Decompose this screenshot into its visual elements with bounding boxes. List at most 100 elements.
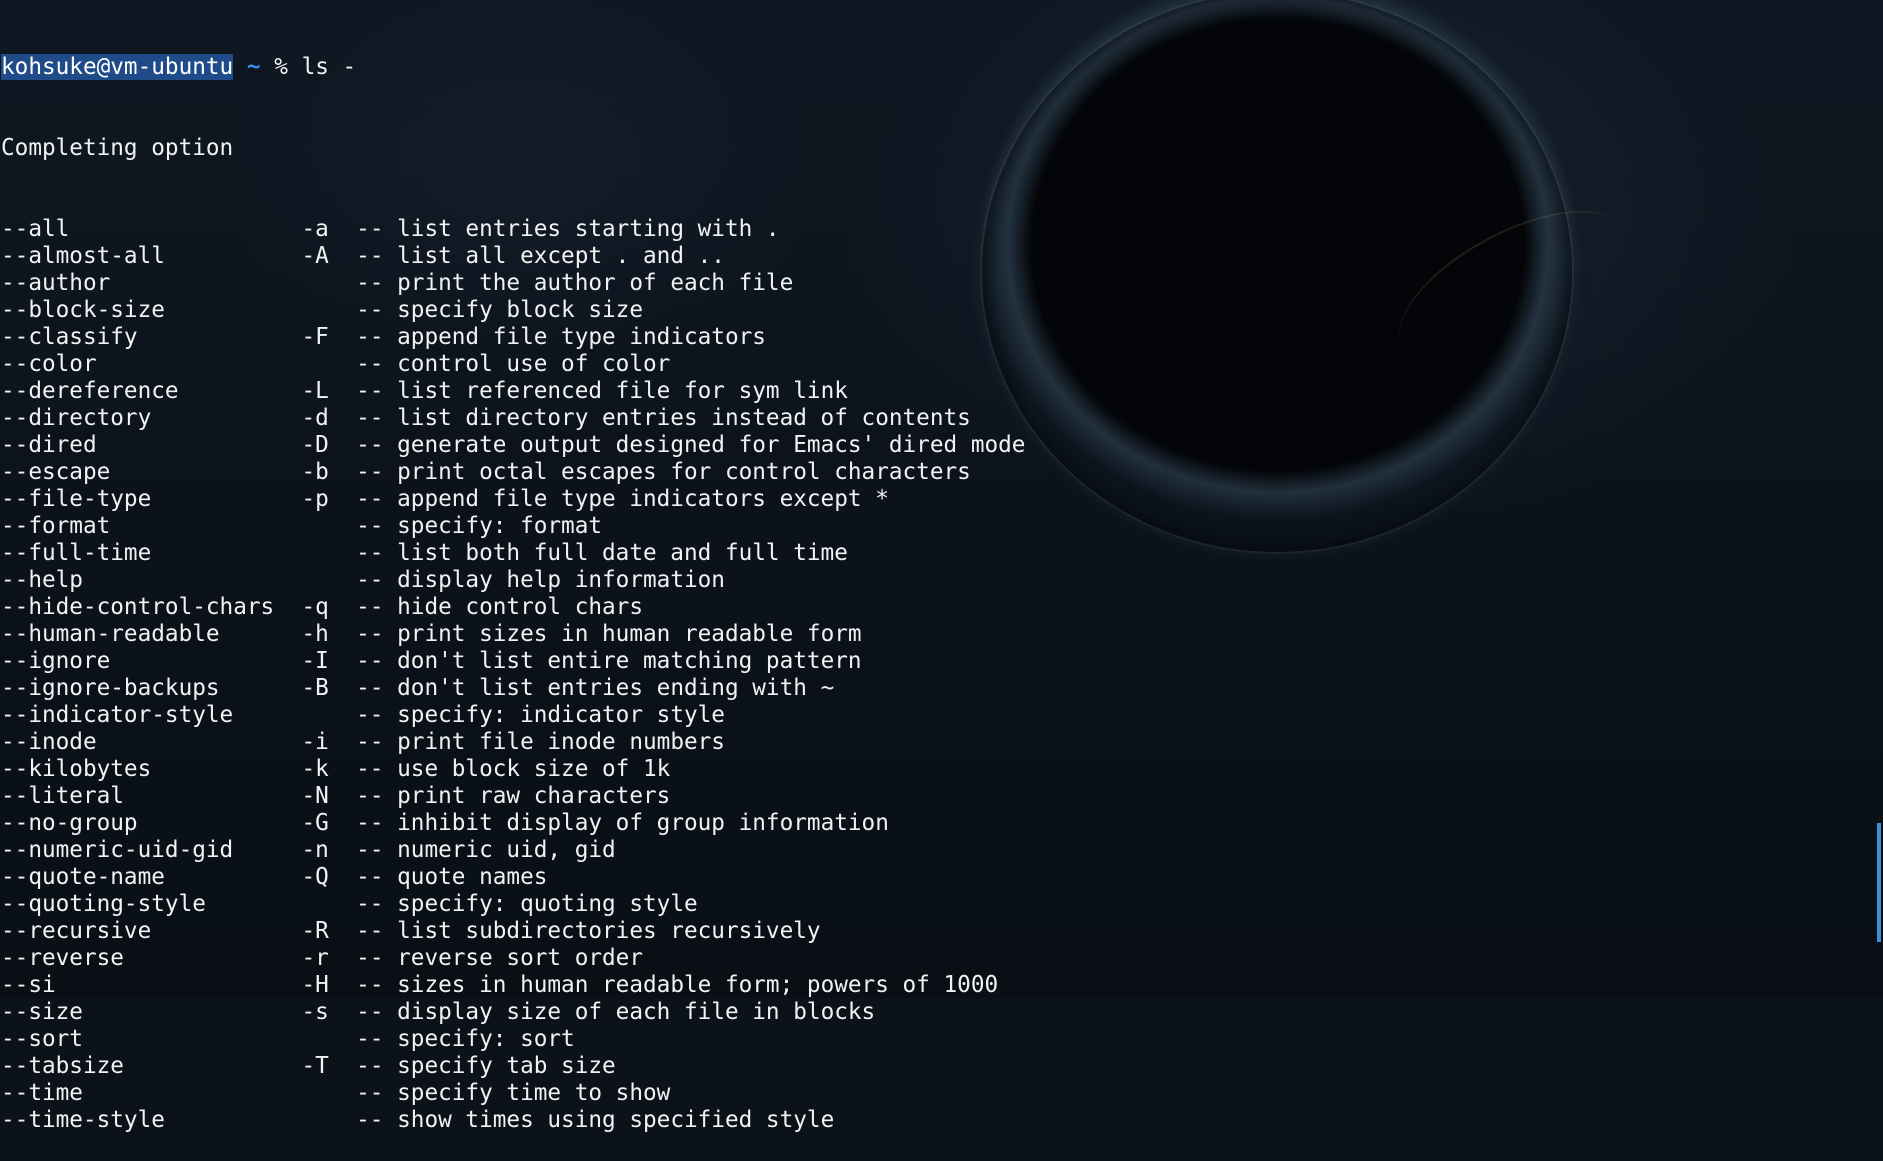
option-description: display size of each file in blocks — [397, 999, 876, 1025]
prompt-path: ~ — [246, 54, 261, 80]
option-short-flag: -L — [301, 378, 329, 404]
option-description: reverse sort order — [397, 945, 644, 971]
option-short-flag: -q — [301, 594, 329, 620]
option-description: specify: sort — [397, 1026, 575, 1052]
completion-option-row[interactable]: --escape -b -- print octal escapes for c… — [1, 459, 1871, 486]
option-long-flag: --hide-control-chars — [1, 594, 275, 620]
option-description: specify block size — [397, 297, 644, 323]
option-long-flag: --classify — [1, 324, 138, 350]
option-long-flag: --recursive — [1, 918, 152, 944]
option-short-flag: -r — [301, 945, 329, 971]
option-description: quote names — [397, 864, 548, 890]
option-description: print the author of each file — [397, 270, 794, 296]
completion-option-row[interactable]: --all -a -- list entries starting with . — [1, 216, 1871, 243]
completion-option-row[interactable]: --almost-all -A -- list all except . and… — [1, 243, 1871, 270]
completion-option-row[interactable]: --size -s -- display size of each file i… — [1, 999, 1871, 1026]
completion-option-row[interactable]: --reverse -r -- reverse sort order — [1, 945, 1871, 972]
option-long-flag: --human-readable — [1, 621, 220, 647]
completion-option-row[interactable]: --inode -i -- print file inode numbers — [1, 729, 1871, 756]
completion-option-row[interactable]: --author -- print the author of each fil… — [1, 270, 1871, 297]
option-description: list all except . and .. — [397, 243, 725, 269]
option-long-flag: --full-time — [1, 540, 152, 566]
option-description: use block size of 1k — [397, 756, 671, 782]
completion-option-row[interactable]: --ignore -I -- don't list entire matchin… — [1, 648, 1871, 675]
option-long-flag: --almost-all — [1, 243, 165, 269]
completion-option-row[interactable]: --sort -- specify: sort — [1, 1026, 1871, 1053]
completion-option-row[interactable]: --indicator-style -- specify: indicator … — [1, 702, 1871, 729]
option-short-flag: -H — [301, 972, 329, 998]
completion-option-row[interactable]: --block-size -- specify block size — [1, 297, 1871, 324]
option-long-flag: --color — [1, 351, 97, 377]
option-description: list subdirectories recursively — [397, 918, 821, 944]
option-long-flag: --dereference — [1, 378, 179, 404]
option-short-flag: -p — [301, 486, 329, 512]
completion-option-row[interactable]: --no-group -G -- inhibit display of grou… — [1, 810, 1871, 837]
option-description: print octal escapes for control characte… — [397, 459, 971, 485]
scrollbar-thumb[interactable] — [1877, 823, 1881, 942]
completion-option-row[interactable]: --numeric-uid-gid -n -- numeric uid, gid — [1, 837, 1871, 864]
option-long-flag: --ignore-backups — [1, 675, 220, 701]
option-short-flag: -a — [301, 216, 329, 242]
option-short-flag: -F — [301, 324, 329, 350]
completion-option-row[interactable]: --ignore-backups -B -- don't list entrie… — [1, 675, 1871, 702]
completion-option-row[interactable]: --recursive -R -- list subdirectories re… — [1, 918, 1871, 945]
option-long-flag: --si — [1, 972, 56, 998]
completion-option-row[interactable]: --dired -D -- generate output designed f… — [1, 432, 1871, 459]
option-short-flag: -I — [301, 648, 329, 674]
option-long-flag: --quote-name — [1, 864, 165, 890]
option-description: print raw characters — [397, 783, 671, 809]
command-input[interactable]: ls - — [302, 54, 357, 80]
completion-option-row[interactable]: --time -- specify time to show — [1, 1080, 1871, 1107]
option-description: hide control chars — [397, 594, 644, 620]
option-description: specify: format — [397, 513, 603, 539]
option-long-flag: --time — [1, 1080, 83, 1106]
option-short-flag: -D — [301, 432, 329, 458]
completion-option-row[interactable]: --tabsize -T -- specify tab size — [1, 1053, 1871, 1080]
completion-option-row[interactable]: --si -H -- sizes in human readable form;… — [1, 972, 1871, 999]
option-description: inhibit display of group information — [397, 810, 889, 836]
option-short-flag: -Q — [301, 864, 329, 890]
completion-option-row[interactable]: --hide-control-chars -q -- hide control … — [1, 594, 1871, 621]
option-long-flag: --numeric-uid-gid — [1, 837, 234, 863]
completion-option-row[interactable]: --help -- display help information — [1, 567, 1871, 594]
option-long-flag: --ignore — [1, 648, 111, 674]
option-long-flag: --literal — [1, 783, 124, 809]
option-long-flag: --all — [1, 216, 70, 242]
completion-option-row[interactable]: --classify -F -- append file type indica… — [1, 324, 1871, 351]
option-description: generate output designed for Emacs' dire… — [397, 432, 1026, 458]
option-long-flag: --block-size — [1, 297, 165, 323]
option-description: specify tab size — [397, 1053, 616, 1079]
option-short-flag: -N — [301, 783, 329, 809]
completion-option-row[interactable]: --dereference -L -- list referenced file… — [1, 378, 1871, 405]
completion-option-row[interactable]: --directory -d -- list directory entries… — [1, 405, 1871, 432]
completion-option-row[interactable]: --kilobytes -k -- use block size of 1k — [1, 756, 1871, 783]
option-long-flag: --format — [1, 513, 111, 539]
completion-option-row[interactable]: --file-type -p -- append file type indic… — [1, 486, 1871, 513]
completion-option-row[interactable]: --quoting-style -- specify: quoting styl… — [1, 891, 1871, 918]
option-long-flag: --indicator-style — [1, 702, 234, 728]
option-long-flag: --inode — [1, 729, 97, 755]
option-description: don't list entire matching pattern — [397, 648, 862, 674]
completion-option-row[interactable]: --time-style -- show times using specifi… — [1, 1107, 1871, 1134]
option-description: specify: quoting style — [397, 891, 698, 917]
option-description: print sizes in human readable form — [397, 621, 862, 647]
option-long-flag: --file-type — [1, 486, 152, 512]
completion-option-row[interactable]: --literal -N -- print raw characters — [1, 783, 1871, 810]
completion-option-row[interactable]: --color -- control use of color — [1, 351, 1871, 378]
option-short-flag: -G — [301, 810, 329, 836]
option-long-flag: --time-style — [1, 1107, 165, 1133]
option-short-flag: -A — [301, 243, 329, 269]
completion-option-row[interactable]: --format -- specify: format — [1, 513, 1871, 540]
option-long-flag: --sort — [1, 1026, 83, 1052]
option-long-flag: --tabsize — [1, 1053, 124, 1079]
completion-header: Completing option — [1, 135, 234, 161]
option-short-flag: -T — [301, 1053, 329, 1079]
completion-option-row[interactable]: --human-readable -h -- print sizes in hu… — [1, 621, 1871, 648]
terminal-output[interactable]: kohsuke@vm-ubuntu ~ % ls - Completing op… — [1, 0, 1871, 1133]
completion-option-row[interactable]: --quote-name -Q -- quote names — [1, 864, 1871, 891]
option-long-flag: --escape — [1, 459, 111, 485]
option-description: append file type indicators — [397, 324, 766, 350]
completion-option-row[interactable]: --full-time -- list both full date and f… — [1, 540, 1871, 567]
option-long-flag: --size — [1, 999, 83, 1025]
option-long-flag: --no-group — [1, 810, 138, 836]
